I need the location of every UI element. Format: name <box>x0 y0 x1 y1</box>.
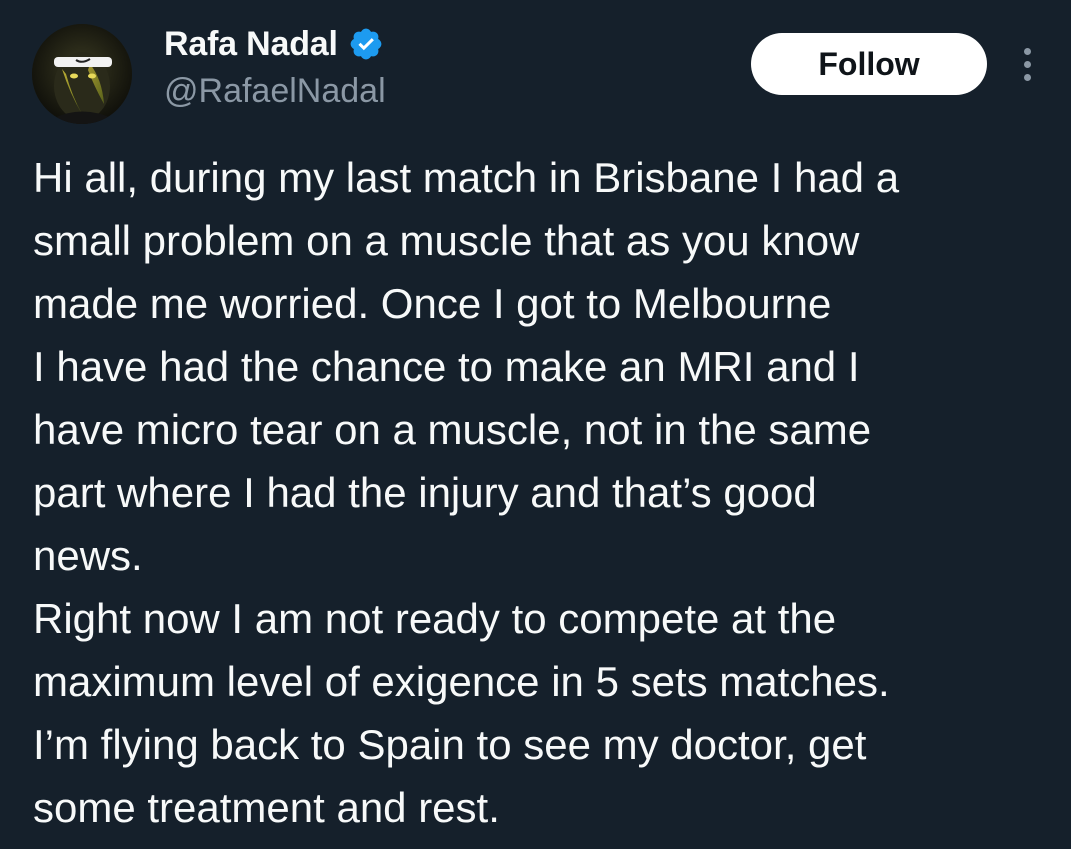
tweet-text-line: small problem on a muscle that as you kn… <box>33 217 860 264</box>
tweet-text-line: I’m flying back to Spain to see my docto… <box>33 721 867 768</box>
tweet-text-line: news. <box>33 532 143 579</box>
more-options-icon[interactable] <box>1012 42 1042 86</box>
tweet-text-line: Right now I am not ready to compete at t… <box>33 595 837 642</box>
tweet-text-line: Hi all, during my last match in Brisbane… <box>33 154 900 201</box>
avatar[interactable] <box>32 24 132 124</box>
tweet-text: Hi all, during my last match in Brisbane… <box>33 146 1053 839</box>
tweet-text-line: I have had the chance to make an MRI and… <box>33 343 860 390</box>
tweet-text-line: have micro tear on a muscle, not in the … <box>33 406 872 453</box>
more-dot <box>1023 73 1031 81</box>
follow-button[interactable]: Follow <box>751 33 987 95</box>
tweet-text-line: made me worried. Once I got to Melbourne <box>33 280 832 327</box>
tweet-card: Rafa Nadal @RafaelNadal Follow Hi all, d… <box>0 0 1071 849</box>
tweet-text-line: maximum level of exigence in 5 sets matc… <box>33 658 890 705</box>
author-name-row[interactable]: Rafa Nadal <box>164 22 384 66</box>
more-dot <box>1023 47 1031 55</box>
tweet-text-line: some treatment and rest. <box>33 784 500 831</box>
verified-badge-icon <box>348 26 384 62</box>
avatar-photo <box>32 24 132 124</box>
author-display-name[interactable]: Rafa Nadal <box>164 25 338 64</box>
tweet-text-line: part where I had the injury and that’s g… <box>33 469 817 516</box>
author-handle[interactable]: @RafaelNadal <box>164 72 386 111</box>
more-dot <box>1023 60 1031 68</box>
